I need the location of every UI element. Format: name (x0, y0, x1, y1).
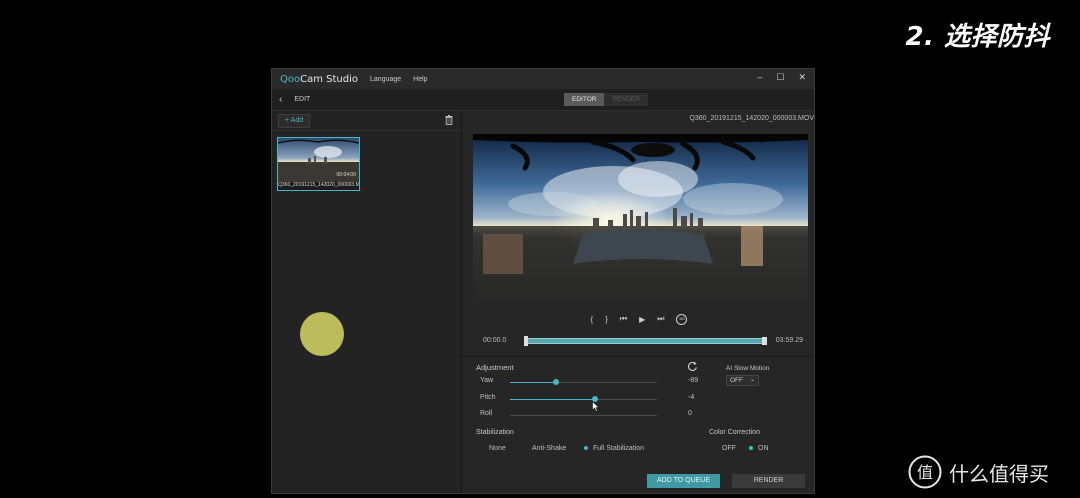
panorama-frame (473, 134, 808, 301)
stabilization-anti-shake[interactable]: Anti-Shake (532, 445, 566, 452)
ai-slow-motion-title: AI Slow Motion (726, 365, 770, 372)
timeline-out-handle[interactable] (762, 337, 767, 345)
stabilization-title: Stabilization (476, 429, 514, 436)
adjustment-title: Adjustment (476, 363, 514, 372)
pitch-track[interactable] (510, 396, 657, 402)
timeline-start-time: 00:00.0 (483, 337, 507, 344)
timeline-in-handle[interactable] (524, 336, 528, 346)
watermark: 值 什么值得买 (908, 455, 1049, 489)
video-preview[interactable] (473, 134, 808, 301)
trash-icon[interactable] (445, 115, 453, 125)
qoocam-studio-window: QooCam Studio Language Help – ☐ ✕ ‹ EDIT… (271, 68, 815, 494)
app-logo: QooCam Studio (280, 73, 358, 85)
file-name: Q360_20191215_142020_000003.MOV (689, 115, 814, 122)
back-arrow-icon[interactable]: ‹ (279, 94, 282, 105)
title-bar: QooCam Studio Language Help – ☐ ✕ (272, 69, 814, 89)
edit-bar: ‹ EDIT EDITOR RENDER (272, 89, 814, 111)
svg-text:值: 值 (917, 463, 933, 482)
stabilization-none[interactable]: None (489, 445, 506, 452)
add-media-button[interactable]: + Add (278, 114, 311, 128)
selected-dot-icon (584, 446, 588, 451)
next-frame-icon[interactable]: ⏭ (657, 314, 664, 324)
pitch-label: Pitch (480, 394, 496, 401)
timeline-end-time: 03:59.29 (775, 337, 803, 344)
clip-thumbnail[interactable]: 00:04:00 Q360_20191215_142020_000003.MOV (277, 137, 360, 191)
watermark-text: 什么值得买 (949, 461, 1049, 486)
stabilization-full-label: Full Stabilization (593, 445, 644, 452)
reset-icon[interactable] (687, 361, 698, 372)
color-correction-on[interactable]: ON (749, 445, 769, 452)
minimize-icon[interactable]: – (757, 72, 762, 83)
roll-value: 0 (688, 410, 692, 417)
transport-controls: { } ⏮ ▶ ⏭ 360 (462, 309, 814, 329)
yaw-track[interactable] (510, 379, 657, 385)
tab-editor[interactable]: EDITOR (564, 93, 605, 106)
ai-slow-motion-select[interactable]: OFF ⌄ (726, 375, 759, 386)
menu-language[interactable]: Language (370, 76, 401, 83)
pitch-fill (510, 399, 596, 400)
color-correction-on-label: ON (758, 445, 769, 452)
color-correction-title: Color Correction (709, 429, 760, 436)
view-360-icon[interactable]: 360 (676, 313, 688, 325)
cursor-highlight (300, 312, 344, 356)
media-library: + Add 00:04:00 Q360_20191215_142020_0000… (272, 111, 462, 493)
mark-in-icon[interactable]: { (591, 315, 594, 324)
editor-panel: Q360_20191215_142020_000003.MOV {} ⏮ ▶ … (462, 111, 814, 493)
previous-frame-icon[interactable]: ⏮ (620, 314, 627, 324)
menu-help[interactable]: Help (413, 76, 427, 83)
selected-dot-icon (749, 446, 753, 451)
yaw-thumb[interactable] (552, 379, 559, 385)
yaw-label: Yaw (480, 377, 494, 384)
edit-label: EDIT (294, 96, 311, 103)
tab-render[interactable]: RENDER (604, 93, 648, 106)
roll-track[interactable] (510, 415, 657, 416)
clip-duration: 00:04:00 (336, 172, 356, 178)
yaw-fill (510, 382, 556, 383)
slide-title: 2. 选择防抖 (905, 22, 1050, 52)
yaw-slider-row: Yaw -89 (480, 377, 705, 387)
close-icon[interactable]: ✕ (798, 72, 806, 83)
timeline: 00:00.0 03:59.29 (473, 335, 803, 347)
pitch-value: -4 (688, 394, 695, 401)
chevron-down-icon: ⌄ (749, 377, 755, 383)
ai-slow-motion-value: OFF (730, 377, 743, 384)
maximize-icon[interactable]: ☐ (776, 72, 784, 83)
render-button[interactable]: RENDER (732, 474, 805, 488)
watermark-logo: 值 (908, 455, 942, 489)
roll-label: Roll (480, 410, 493, 417)
add-to-queue-button[interactable]: ADD TO QUEUE (647, 474, 720, 488)
color-correction-off[interactable]: OFF (722, 445, 736, 452)
divider (462, 356, 814, 357)
play-icon[interactable]: ▶ (639, 315, 645, 324)
yaw-value: -89 (688, 377, 699, 384)
mark-out-icon[interactable]: } (605, 315, 608, 324)
mouse-pointer-icon (592, 401, 600, 412)
stabilization-full[interactable]: Full Stabilization (584, 445, 644, 452)
clip-name: Q360_20191215_142020_000003.MOV (278, 182, 359, 188)
timeline-track[interactable] (525, 338, 764, 344)
